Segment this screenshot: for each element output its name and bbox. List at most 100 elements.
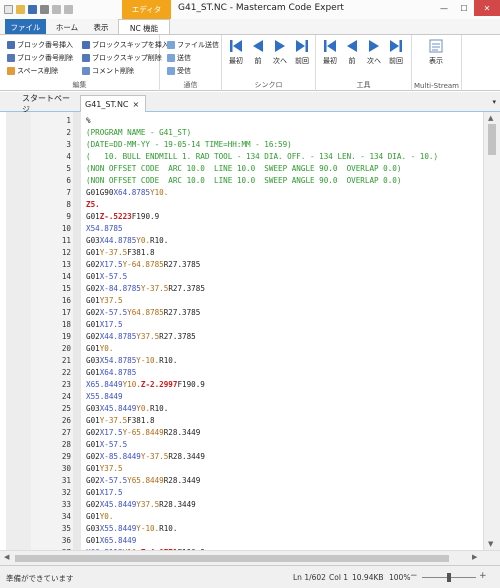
multistream-show-button[interactable]: 表示 [425, 38, 447, 66]
code-line[interactable]: 10 X54.8785 [0, 223, 483, 235]
code-line[interactable]: 23 X65.8449Y10.Z-2.2997F190.9 [0, 379, 483, 391]
tool-first-button[interactable]: 最初 [319, 38, 341, 66]
tab-view[interactable]: 表示 [86, 19, 116, 35]
nc-token-y: Y-37.5 [140, 284, 169, 293]
quick-access-toolbar [4, 3, 73, 16]
zoom-slider-thumb[interactable] [447, 573, 451, 582]
vertical-scrollbar[interactable]: ▲ ▼ [483, 112, 500, 550]
sync-first-button[interactable]: 最初 [225, 38, 247, 66]
scroll-down-icon[interactable]: ▼ [488, 540, 493, 548]
skip-to-first-icon [322, 38, 338, 54]
nc-token-y: Y-37.5 [99, 416, 128, 425]
code-line[interactable]: 31 G02X-57.5Y65.8449R28.3449 [0, 475, 483, 487]
zoom-in-icon[interactable]: + [479, 571, 487, 581]
code-line[interactable]: 17 G02X-57.5Y64.8785R27.3785 [0, 307, 483, 319]
code-line[interactable]: 29 G02X-85.8449Y-37.5R28.3449 [0, 451, 483, 463]
code-line[interactable]: 34 G01Y0. [0, 511, 483, 523]
undo-icon[interactable] [52, 5, 61, 14]
nc-token-addr: G03 [86, 404, 100, 413]
scroll-left-icon[interactable]: ◀ [4, 553, 9, 561]
code-line[interactable]: 14 G01X-57.5 [0, 271, 483, 283]
delete-block-number-button[interactable]: ブロック番号削除 [7, 52, 73, 63]
code-line[interactable]: 19 G02X44.8785Y37.5R27.3785 [0, 331, 483, 343]
nc-token-r: R10. [150, 404, 169, 413]
code-line[interactable]: 13 G02X17.5Y-64.8785R27.3785 [0, 259, 483, 271]
send-file-button[interactable]: ファイル送信 [167, 39, 219, 50]
tab-list-dropdown-icon[interactable]: ▾ [492, 98, 496, 106]
code-line[interactable]: 5 (NON OFFSET CODE ARC 10.0 LINE 10.0 SWE… [0, 163, 483, 175]
remove-comments-button[interactable]: コメント削除 [82, 65, 134, 76]
window-title: G41_ST.NC - Mastercam Code Expert [178, 3, 344, 13]
insert-block-number-button[interactable]: ブロック番号挿入 [7, 39, 73, 50]
receive-button[interactable]: 受信 [167, 65, 191, 76]
sync-last-button[interactable]: 前回 [291, 38, 313, 66]
code-line[interactable]: 16 G01Y37.5 [0, 295, 483, 307]
scroll-right-icon[interactable]: ▶ [472, 553, 477, 561]
remove-spaces-button[interactable]: スペース削除 [7, 65, 58, 76]
close-tab-icon[interactable]: × [133, 100, 140, 109]
active-file-name: G41_ST.NC [85, 99, 129, 109]
tool-next-button[interactable]: 次へ [363, 38, 385, 66]
code-line[interactable]: 2 (PROGRAM NAME - G41_ST) [0, 127, 483, 139]
tool-previous-button[interactable]: 前 [341, 38, 363, 66]
code-line[interactable]: 9 G01Z-.5223F190.9 [0, 211, 483, 223]
code-line[interactable]: 18 G01X17.5 [0, 319, 483, 331]
close-button[interactable]: ✕ [474, 0, 500, 16]
print-icon[interactable] [40, 5, 49, 14]
code-line[interactable]: 27 G02X17.5Y-65.8449R28.3449 [0, 427, 483, 439]
send-button[interactable]: 送信 [167, 52, 191, 63]
code-line[interactable]: 11 G03X44.8785Y0.R10. [0, 235, 483, 247]
code-line[interactable]: 33 G02X45.8449Y37.5R28.3449 [0, 499, 483, 511]
tool-last-button[interactable]: 前回 [385, 38, 407, 66]
delete-block-skip-button[interactable]: ブロックスキップ削除 [82, 52, 162, 63]
tab-file[interactable]: ファイル [5, 19, 46, 35]
code-line[interactable]: 20 G01Y0. [0, 343, 483, 355]
line-code: G02X17.5Y-65.8449R28.3449 [71, 427, 200, 439]
nc-token-addr: G01 [86, 320, 100, 329]
tab-active-file[interactable]: G41_ST.NC × [80, 95, 146, 112]
redo-icon[interactable] [64, 5, 73, 14]
sync-next-button[interactable]: 次へ [269, 38, 291, 66]
code-line[interactable]: 28 G01X-57.5 [0, 439, 483, 451]
code-line[interactable]: 24 X55.8449 [0, 391, 483, 403]
group-label-communication: 通信 [183, 81, 198, 89]
code-line[interactable]: 21 G03X54.8785Y-10.R10. [0, 355, 483, 367]
code-line[interactable]: 22 G01X64.8785 [0, 367, 483, 379]
code-line[interactable]: 3 (DATE=DD-MM-YY - 19-05-14 TIME=HH:MM - … [0, 139, 483, 151]
code-line[interactable]: 1% [0, 115, 483, 127]
line-number: 21 [61, 356, 71, 365]
zoom-out-icon[interactable]: − [410, 571, 418, 581]
code-line[interactable]: 30 G01Y37.5 [0, 463, 483, 475]
code-line[interactable]: 15 G02X-84.8785Y-37.5R27.3785 [0, 283, 483, 295]
multistream-view-icon [428, 38, 444, 54]
minimize-button[interactable]: — [434, 0, 454, 16]
sync-previous-button[interactable]: 前 [247, 38, 269, 66]
code-line[interactable]: 25 G03X45.8449Y0.R10. [0, 403, 483, 415]
code-line[interactable]: 32 G01X17.5 [0, 487, 483, 499]
save-icon[interactable] [28, 5, 37, 14]
code-line[interactable]: 12 G01Y-37.5F381.8 [0, 247, 483, 259]
scroll-up-icon[interactable]: ▲ [488, 114, 493, 122]
horizontal-scroll-thumb[interactable] [15, 555, 449, 562]
tab-home[interactable]: ホーム [52, 19, 82, 35]
line-code: X55.8449 [71, 391, 123, 403]
code-line[interactable]: 6 (NON OFFSET CODE ARC 10.0 LINE 10.0 SWE… [0, 175, 483, 187]
line-number: 25 [61, 404, 71, 413]
code-line[interactable]: 8 Z5. [0, 199, 483, 211]
new-file-icon[interactable] [4, 5, 13, 14]
code-line[interactable]: 35 G03X55.8449Y-10.R10. [0, 523, 483, 535]
nc-token-addr: G02 [86, 308, 100, 317]
code-line[interactable]: 4 ( 10. BULL ENDMILL 1. RAD TOOL - 134 DI… [0, 151, 483, 163]
code-line[interactable]: 7 G01G90X64.8785Y10. [0, 187, 483, 199]
open-folder-icon[interactable] [16, 5, 25, 14]
code-line[interactable]: 36 G01X65.8449 [0, 535, 483, 547]
tab-start-page[interactable]: スタートページ [18, 94, 78, 114]
horizontal-scrollbar[interactable]: ◀ ▶ [0, 550, 500, 565]
insert-block-skip-button[interactable]: ブロックスキップを挿入 [82, 39, 169, 50]
ribbon: ブロック番号挿入 ブロックスキップを挿入 ブロック番号削除 ブロックスキップ削除… [0, 34, 500, 91]
group-sync: 最初 前 次へ 前回 シンクロ [222, 35, 316, 91]
code-line[interactable]: 26 G01Y-37.5F381.8 [0, 415, 483, 427]
maximize-button[interactable]: ☐ [454, 0, 474, 16]
code-editor[interactable]: 1% 2 (PROGRAM NAME - G41_ST) 3 (DATE=DD-MM-Y… [0, 112, 500, 550]
vertical-scroll-thumb[interactable] [488, 124, 496, 155]
